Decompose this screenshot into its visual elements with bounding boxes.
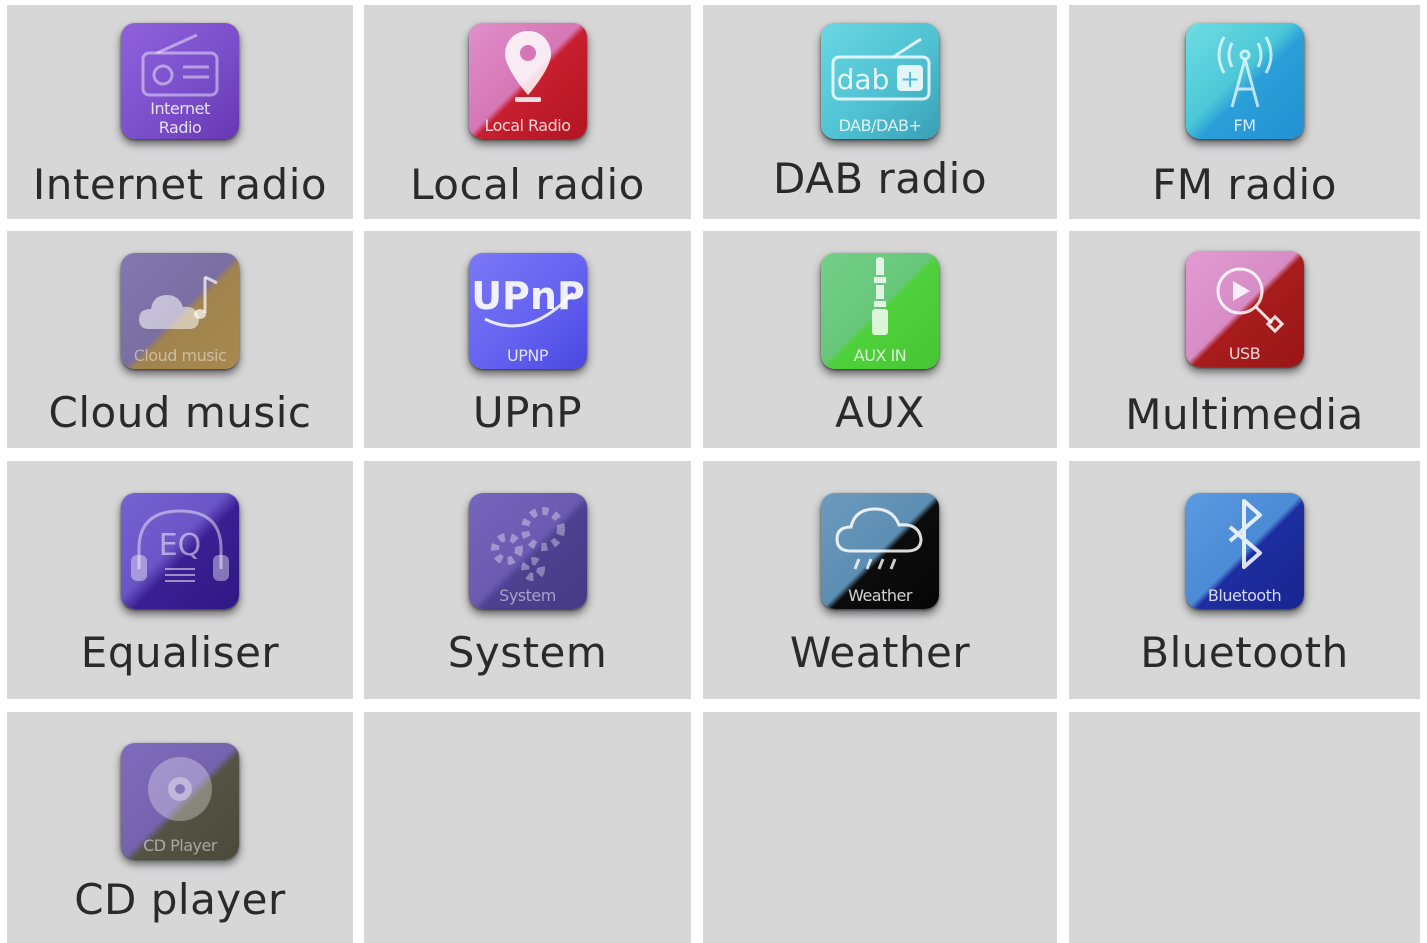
internet-radio-icon: Internet Radio — [121, 23, 239, 139]
weather-icon-caption: Weather — [848, 586, 912, 605]
tile-label-internet-radio: Internet radio — [32, 160, 328, 209]
tile-multimedia[interactable]: USB Multimedia — [1069, 231, 1420, 448]
tile-label-aux: AUX — [835, 388, 925, 437]
aux-icon-caption: AUX IN — [853, 346, 907, 365]
empty-cell — [364, 712, 691, 943]
svg-text:dab: dab — [837, 63, 890, 96]
tile-label-dab-radio: DAB radio — [772, 154, 988, 203]
aux-icon: AUX IN — [821, 253, 939, 369]
tile-system[interactable]: System System — [364, 461, 691, 699]
cloud-music-icon: Cloud music — [121, 253, 239, 369]
bluetooth-icon-caption: Bluetooth — [1207, 586, 1282, 605]
tile-label-bluetooth: Bluetooth — [1140, 628, 1349, 677]
tile-label-weather: Weather — [789, 628, 971, 677]
cd-player-icon: CD Player — [121, 743, 239, 859]
upnp-icon-caption: UPNP — [507, 346, 548, 365]
tile-internet-radio[interactable]: Internet Radio Internet radio — [7, 5, 353, 219]
tile-local-radio[interactable]: Local Radio Local radio — [364, 5, 691, 219]
dab-radio-icon-caption: DAB/DAB+ — [838, 116, 922, 135]
local-radio-icon-caption: Local Radio — [484, 116, 571, 135]
multimedia-icon-caption: USB — [1228, 344, 1261, 363]
tile-label-fm-radio: FM radio — [1152, 160, 1337, 209]
system-icon: System — [468, 493, 587, 609]
tile-label-multimedia: Multimedia — [1125, 390, 1364, 439]
headphones-eq-icon: EQ — [131, 509, 229, 582]
tile-label-system: System — [447, 628, 608, 677]
tile-upnp[interactable]: UPnP UPNP UPnP — [364, 231, 691, 448]
tile-label-upnp: UPnP — [472, 388, 583, 437]
equaliser-icon: EQ — [121, 493, 239, 609]
cd-player-icon-caption: CD Player — [143, 836, 217, 855]
tile-equaliser[interactable]: EQ Equaliser — [7, 461, 353, 699]
svg-text:UPnP: UPnP — [471, 274, 585, 318]
tile-label-local-radio: Local radio — [410, 160, 645, 209]
local-radio-icon: Local Radio — [468, 23, 587, 139]
cloud-music-icon-caption: Cloud music — [133, 346, 227, 365]
upnp-icon: UPnP UPNP — [468, 253, 587, 369]
tile-label-equaliser: Equaliser — [80, 628, 280, 677]
tile-cloud-music[interactable]: Cloud music Cloud music — [7, 231, 353, 448]
dab-radio-icon: dab + DAB/DAB+ — [821, 23, 939, 139]
svg-text:+: + — [900, 65, 920, 93]
fm-radio-icon: FM — [1185, 23, 1304, 139]
empty-cell — [1069, 712, 1420, 943]
tile-label-cloud-music: Cloud music — [48, 388, 312, 437]
multimedia-icon: USB — [1185, 251, 1304, 367]
svg-text:EQ: EQ — [159, 528, 202, 563]
tile-cd-player[interactable]: CD Player CD player — [7, 712, 353, 943]
tile-label-cd-player: CD player — [74, 875, 286, 924]
tile-fm-radio[interactable]: FM FM radio — [1069, 5, 1420, 219]
system-icon-caption: System — [499, 586, 556, 605]
tile-dab-radio[interactable]: dab + DAB/DAB+ DAB radio — [703, 5, 1057, 219]
tile-weather[interactable]: Weather Weather — [703, 461, 1057, 699]
tile-bluetooth[interactable]: Bluetooth Bluetooth — [1069, 461, 1420, 699]
internet-radio-icon-caption: Internet Radio — [150, 99, 210, 137]
weather-icon: Weather — [821, 493, 939, 609]
fm-radio-icon-caption: FM — [1233, 116, 1256, 135]
empty-cell — [703, 712, 1057, 943]
bluetooth-icon: Bluetooth — [1185, 493, 1304, 609]
tile-aux[interactable]: AUX IN AUX — [703, 231, 1057, 448]
